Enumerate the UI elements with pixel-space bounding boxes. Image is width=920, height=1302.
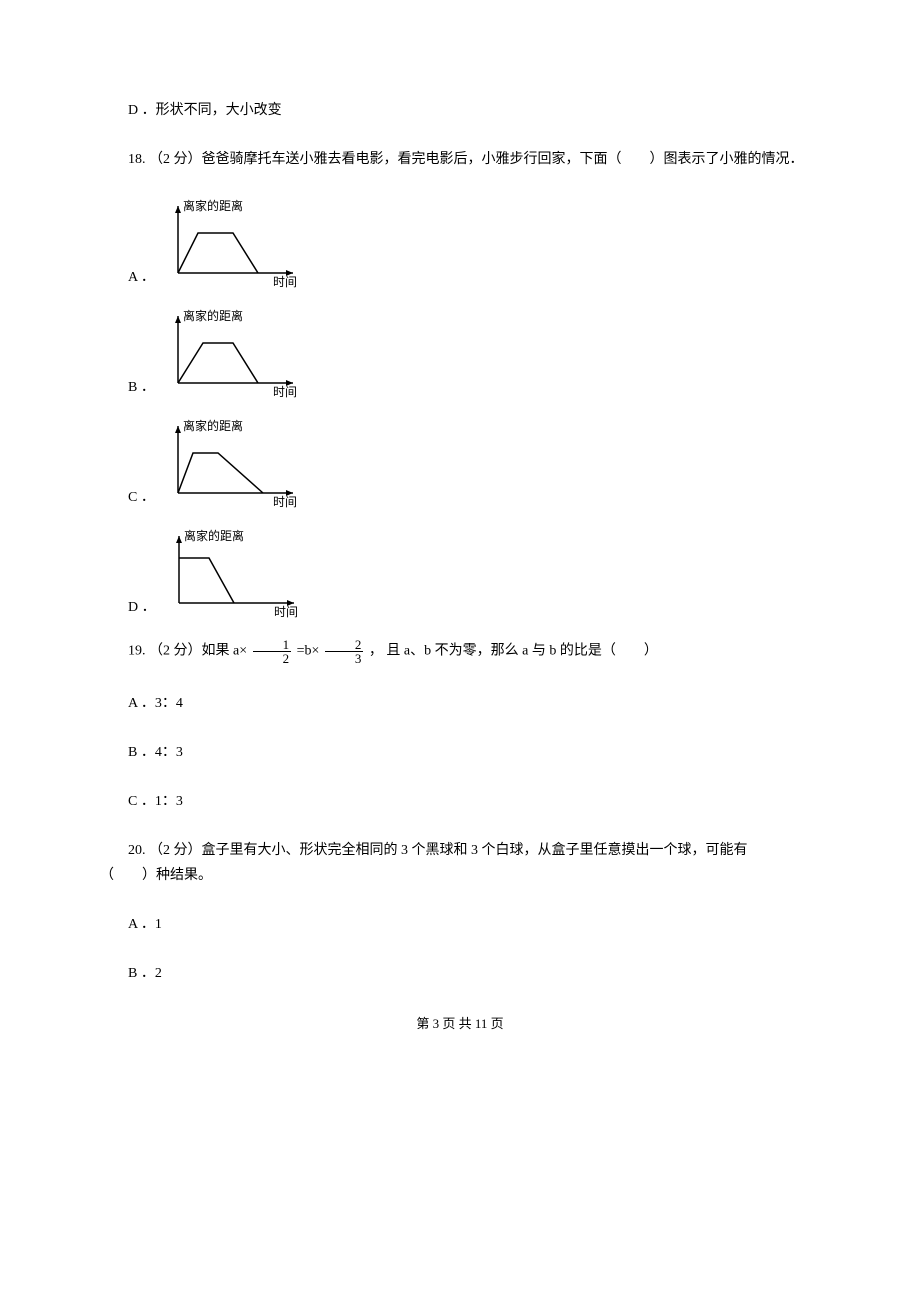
page-footer: 第 3 页 共 11 页 bbox=[100, 1014, 820, 1034]
q19-option-b: B ．4：3 bbox=[100, 742, 820, 763]
q18-option-a: A ． 离家的距离 时间 bbox=[100, 198, 820, 288]
fraction-1-2: 1 2 bbox=[251, 638, 294, 665]
q18-option-b-label: B ． bbox=[100, 377, 155, 398]
chart-b-xlabel: 时间 bbox=[273, 385, 297, 398]
q18-option-d-label: D ． bbox=[100, 597, 156, 618]
q18-option-c: C ． 离家的距离 时间 bbox=[100, 418, 820, 508]
chart-d-ylabel: 离家的距离 bbox=[184, 528, 244, 543]
chart-c: 离家的距离 时间 bbox=[163, 418, 313, 508]
fraction-2-3: 2 3 bbox=[323, 638, 366, 665]
frac2-num: 2 bbox=[325, 638, 364, 652]
q18-stem-text: 18. （2 分）爸爸骑摩托车送小雅去看电影，看完电影后，小雅步行回家，下面（ … bbox=[100, 152, 804, 167]
q18-option-b: B ． 离家的距离 时间 bbox=[100, 308, 820, 398]
frac1-num: 1 bbox=[253, 638, 292, 652]
chart-a: 离家的距离 时间 bbox=[163, 198, 313, 288]
chart-b: 离家的距离 时间 bbox=[163, 308, 313, 398]
q19-option-c: C ．1：3 bbox=[100, 791, 820, 812]
chart-b-ylabel: 离家的距离 bbox=[183, 308, 243, 323]
q18-option-d: D ． 离家的距离 时间 bbox=[100, 528, 820, 618]
q18-stem: 18. （2 分）爸爸骑摩托车送小雅去看电影，看完电影后，小雅步行回家，下面（ … bbox=[100, 149, 820, 170]
q19-stem: 19. （2 分）如果 a× 1 2 =b× 2 3 ， 且 a、b 不为零，那… bbox=[100, 638, 820, 665]
q19-stem-mid: =b× bbox=[297, 644, 323, 659]
chart-c-xlabel: 时间 bbox=[273, 495, 297, 508]
q19-stem-suffix: ， 且 a、b 不为零，那么 a 与 b 的比是（ ） bbox=[369, 644, 658, 659]
chart-c-ylabel: 离家的距离 bbox=[183, 418, 243, 433]
q20-stem: 20. （2 分）盒子里有大小、形状完全相同的 3 个黑球和 3 个白球，从盒子… bbox=[100, 840, 820, 861]
q20-stem-line2: （ ）种结果。 bbox=[100, 868, 212, 883]
q20-option-b: B ．2 bbox=[100, 963, 820, 984]
q18-option-c-label: C ． bbox=[100, 487, 155, 508]
q19-stem-prefix: 19. （2 分）如果 a× bbox=[128, 644, 251, 659]
q20-stem-line2-wrap: （ ）种结果。 bbox=[100, 865, 820, 886]
chart-a-xlabel: 时间 bbox=[273, 275, 297, 288]
q17-option-d: D ．形状不同，大小改变 bbox=[100, 100, 820, 121]
frac2-den: 3 bbox=[325, 652, 364, 665]
chart-a-ylabel: 离家的距离 bbox=[183, 198, 243, 213]
frac1-den: 2 bbox=[253, 652, 292, 665]
q20-stem-line1: 20. （2 分）盒子里有大小、形状完全相同的 3 个黑球和 3 个白球，从盒子… bbox=[100, 843, 748, 858]
q18-option-a-label: A ． bbox=[100, 267, 155, 288]
q20-option-a: A ．1 bbox=[100, 914, 820, 935]
chart-d: 离家的距离 时间 bbox=[164, 528, 314, 618]
q19-option-a: A ．3：4 bbox=[100, 693, 820, 714]
chart-d-xlabel: 时间 bbox=[274, 605, 298, 618]
